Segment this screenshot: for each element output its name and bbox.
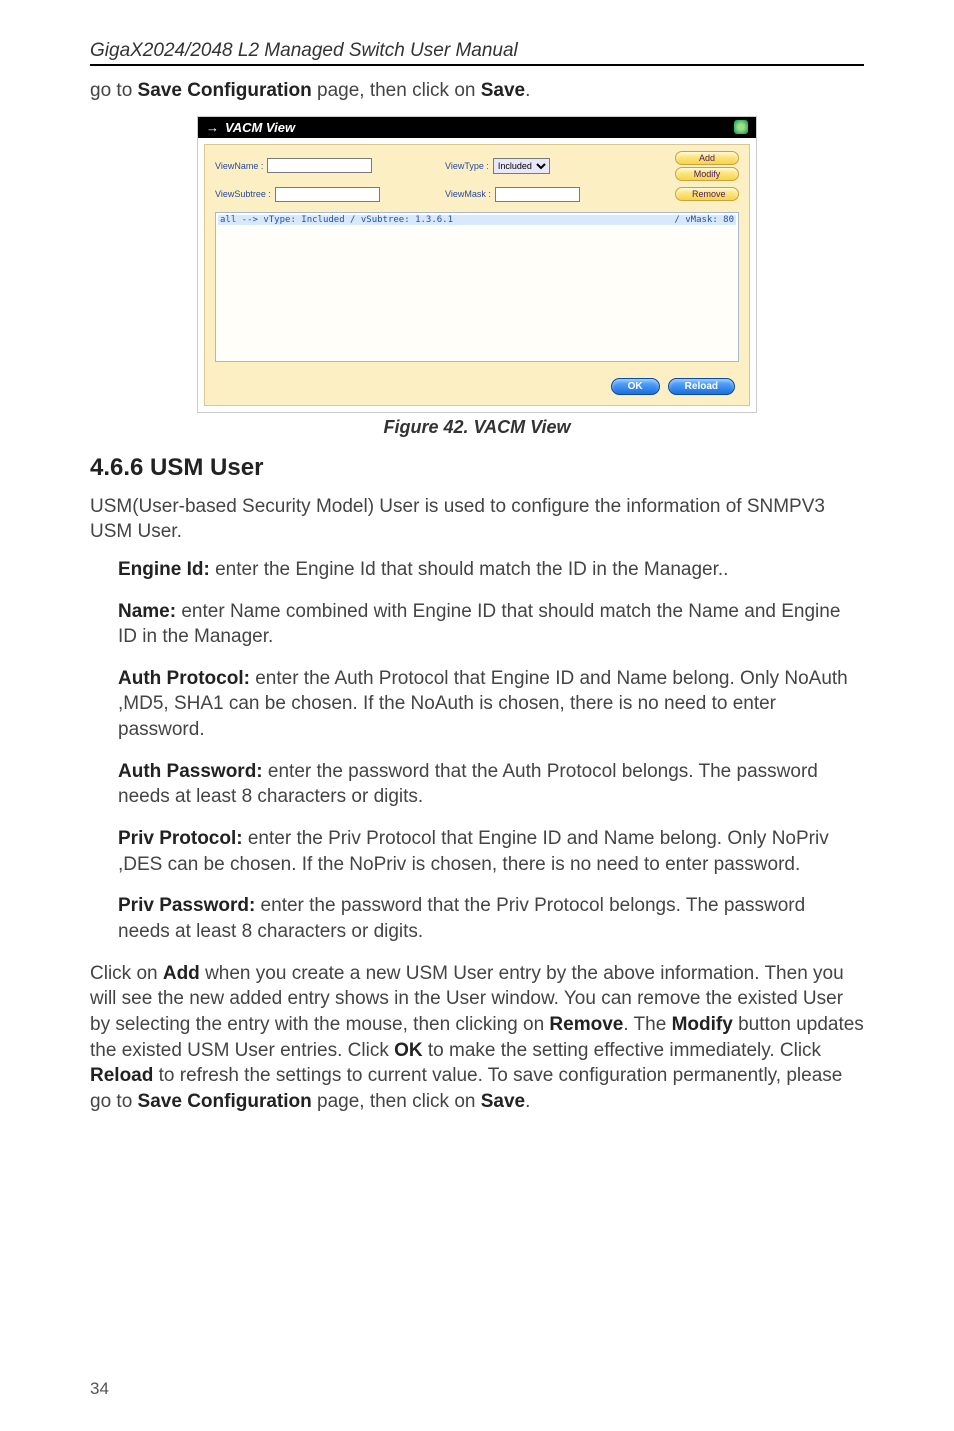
final-b7: Save: [481, 1091, 525, 1112]
button-row: OK Reload: [205, 372, 749, 405]
figure-screenshot: → VACM View ViewName : ViewType : Includ…: [197, 116, 757, 413]
privproto-label: Priv Protocol:: [118, 828, 243, 849]
para-usm-intro: USM(User-based Security Model) User is u…: [90, 494, 864, 545]
final-b1: Add: [163, 963, 200, 984]
para-authproto: Auth Protocol: enter the Auth Protocol t…: [118, 666, 854, 743]
add-button[interactable]: Add: [675, 151, 739, 165]
list-left: all --> vType: Included / vSubtree: 1.3.…: [220, 215, 453, 225]
final-t7: page, then click on: [312, 1091, 481, 1112]
titlebar-label: VACM View: [225, 120, 295, 135]
list-item[interactable]: all --> vType: Included / vSubtree: 1.3.…: [218, 215, 736, 225]
remove-button[interactable]: Remove: [675, 187, 739, 201]
header-title: GigaX2024/2048 L2 Managed Switch User Ma…: [90, 40, 518, 62]
viewmask-input[interactable]: [495, 187, 580, 202]
intro-bold-2: Save: [481, 80, 525, 101]
intro-bold-1: Save Configuration: [138, 80, 312, 101]
final-t1: Click on: [90, 963, 163, 984]
reload-button[interactable]: Reload: [668, 378, 735, 395]
engine-label: Engine Id:: [118, 559, 210, 580]
ok-button[interactable]: OK: [611, 378, 660, 395]
engine-text: enter the Engine Id that should match th…: [210, 559, 729, 580]
final-t3: . The: [623, 1014, 671, 1035]
viewtype-label: ViewType :: [445, 161, 489, 171]
final-b6: Save Configuration: [138, 1091, 312, 1112]
form-row-1: ViewName : ViewType : Included Add Modif…: [205, 145, 749, 187]
para-engine: Engine Id: enter the Engine Id that shou…: [118, 557, 854, 583]
logo-icon: [734, 120, 748, 134]
viewsubtree-input[interactable]: [275, 187, 380, 202]
viewtype-select[interactable]: Included: [493, 158, 550, 174]
final-b4: OK: [394, 1040, 423, 1061]
authproto-label: Auth Protocol:: [118, 668, 250, 689]
final-t8: .: [525, 1091, 530, 1112]
para-privproto: Priv Protocol: enter the Priv Protocol t…: [118, 826, 854, 877]
figure-panel: ViewName : ViewType : Included Add Modif…: [204, 144, 750, 406]
para-privpass: Priv Password: enter the password that t…: [118, 893, 854, 944]
intro-paragraph: go to Save Configuration page, then clic…: [90, 78, 864, 104]
intro-text: .: [525, 80, 530, 101]
final-b5: Reload: [90, 1065, 153, 1086]
final-b3: Modify: [672, 1014, 733, 1035]
intro-text: go to: [90, 80, 138, 101]
modify-button[interactable]: Modify: [675, 167, 739, 181]
para-authpass: Auth Password: enter the password that t…: [118, 759, 854, 810]
authpass-label: Auth Password:: [118, 761, 263, 782]
final-b2: Remove: [549, 1014, 623, 1035]
name-label: Name:: [118, 601, 176, 622]
figure-titlebar: → VACM View: [198, 117, 756, 138]
section-heading: 4.6.6 USM User: [90, 454, 864, 482]
form-row-2: ViewSubtree : ViewMask : Remove: [205, 187, 749, 208]
viewsubtree-label: ViewSubtree :: [215, 189, 271, 199]
list-area[interactable]: all --> vType: Included / vSubtree: 1.3.…: [215, 212, 739, 362]
viewname-input[interactable]: [267, 158, 372, 173]
list-right: / vMask: 80: [674, 215, 734, 225]
privpass-label: Priv Password:: [118, 895, 255, 916]
viewname-label: ViewName :: [215, 161, 263, 171]
name-text: enter Name combined with Engine ID that …: [118, 601, 840, 648]
page-header: GigaX2024/2048 L2 Managed Switch User Ma…: [90, 40, 864, 66]
arrow-icon: →: [206, 120, 219, 135]
figure-caption: Figure 42. VACM View: [90, 417, 864, 438]
final-t5: to make the setting effective immediatel…: [423, 1040, 821, 1061]
page-number: 34: [90, 1379, 109, 1399]
para-name: Name: enter Name combined with Engine ID…: [118, 599, 854, 650]
para-final: Click on Add when you create a new USM U…: [90, 961, 864, 1115]
intro-text: page, then click on: [312, 80, 481, 101]
viewmask-label: ViewMask :: [445, 189, 491, 199]
